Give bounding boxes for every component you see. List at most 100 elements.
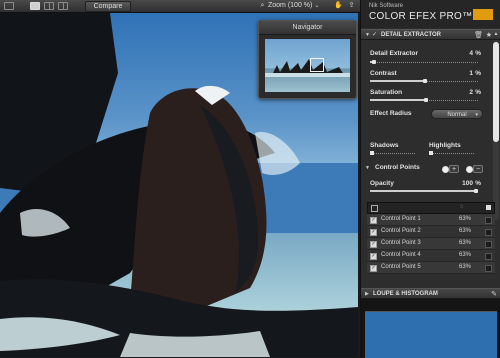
- effect-radius-label: Effect Radius: [370, 110, 412, 117]
- saturation-value: 2: [469, 89, 473, 96]
- contrast-unit: %: [475, 70, 481, 77]
- enable-filter-checkbox[interactable]: ✓: [372, 32, 378, 38]
- navigator-title: Navigator: [259, 21, 356, 35]
- opacity-column-icon: ◌: [460, 204, 464, 210]
- star-icon[interactable]: ★: [486, 30, 492, 41]
- slider-thumb[interactable]: [370, 151, 374, 155]
- control-point-name: Control Point 4: [381, 252, 421, 258]
- list-item[interactable]: ✓ Control Point 4 63%: [367, 250, 495, 262]
- detail-extractor-header[interactable]: ▼ ✓ DETAIL EXTRACTOR 🗑 ★: [361, 29, 500, 40]
- remove-control-point-button[interactable]: −: [473, 165, 483, 173]
- filter-title: DETAIL EXTRACTOR: [381, 32, 442, 38]
- highlights-slider[interactable]: [429, 151, 474, 155]
- collapse-triangle-icon[interactable]: ▼: [365, 30, 370, 41]
- control-point-checkbox[interactable]: ✓: [370, 241, 377, 248]
- slider-thumb[interactable]: [424, 98, 428, 102]
- image-canvas[interactable]: Navigator: [0, 13, 358, 357]
- slider-fill: [370, 99, 426, 101]
- shadows-label: Shadows: [370, 142, 399, 149]
- brand-header: Nik Software COLOR EFEX PRO™4: [361, 0, 500, 28]
- split-view-icon[interactable]: [44, 2, 54, 10]
- navigator-viewport-box[interactable]: [310, 58, 324, 72]
- slider-thumb[interactable]: [423, 79, 427, 83]
- effect-radius-select[interactable]: Normal ▾: [431, 109, 483, 119]
- control-point-checkbox[interactable]: ✓: [370, 265, 377, 272]
- control-point-opacity: 63%: [459, 252, 472, 258]
- control-points-header: ◌: [367, 202, 495, 214]
- slider-thumb[interactable]: [429, 151, 433, 155]
- scroll-up-icon[interactable]: ▲: [493, 31, 499, 38]
- list-item[interactable]: ✓ Control Point 2 63%: [367, 226, 495, 238]
- detail-extractor-value: 4: [469, 50, 473, 57]
- trash-icon[interactable]: 🗑: [474, 30, 483, 41]
- select-all-checkbox[interactable]: [371, 205, 378, 212]
- slider-thumb[interactable]: [372, 60, 376, 64]
- opacity-slider[interactable]: [370, 189, 478, 193]
- list-item[interactable]: ✓ Control Point 1 63%: [367, 214, 495, 226]
- add-control-point-icon[interactable]: [442, 166, 449, 173]
- opacity-label: Opacity: [370, 180, 394, 187]
- control-point-mask-toggle[interactable]: [485, 217, 492, 224]
- control-point-name: Control Point 3: [381, 240, 421, 246]
- panel-scrollbar[interactable]: [493, 40, 499, 220]
- filter-panel: Nik Software COLOR EFEX PRO™4 ▼ ✓ DETAIL…: [360, 0, 500, 358]
- control-point-opacity: 63%: [459, 240, 472, 246]
- saturation-unit: %: [475, 89, 481, 96]
- mask-column-icon: [486, 205, 491, 210]
- slider-fill: [370, 80, 425, 82]
- list-item[interactable]: ✓ Control Point 3 63%: [367, 238, 495, 250]
- product-title: COLOR EFEX PRO™: [369, 11, 473, 22]
- scrollbar-thumb[interactable]: [493, 42, 499, 142]
- hand-icon[interactable]: ✋: [334, 1, 343, 10]
- top-toolbar: Compare ⌕ Zoom (100 %) ⌄ ✋ ⇪: [0, 0, 360, 13]
- control-point-name: Control Point 1: [381, 216, 421, 222]
- slider-thumb[interactable]: [474, 189, 478, 193]
- loupe-panel: [361, 299, 500, 358]
- control-points-rows: ✓ Control Point 1 63% ✓ Control Point 2 63% ✓ C…: [367, 214, 495, 274]
- loupe-histogram-header[interactable]: ▶ LOUPE & HISTOGRAM ✎: [361, 288, 500, 299]
- opacity-unit: %: [475, 180, 481, 187]
- control-point-checkbox[interactable]: ✓: [370, 217, 377, 224]
- zoom-dropdown[interactable]: Zoom (100 %) ⌄: [268, 1, 319, 11]
- detail-extractor-slider[interactable]: [370, 60, 478, 64]
- slider-track: [370, 62, 478, 64]
- contrast-value: 1: [469, 70, 473, 77]
- slider-fill: [370, 190, 478, 192]
- control-point-checkbox[interactable]: ✓: [370, 229, 377, 236]
- control-point-opacity: 63%: [459, 228, 472, 234]
- saturation-slider[interactable]: [370, 98, 478, 102]
- zoom-label: Zoom (100 %): [268, 2, 313, 9]
- control-points-triangle-icon[interactable]: ▼: [365, 165, 370, 171]
- control-points-label: Control Points: [375, 164, 420, 171]
- highlights-label: Highlights: [429, 142, 461, 149]
- effect-radius-value: Normal: [447, 112, 467, 118]
- opacity-value: 100: [462, 180, 473, 187]
- export-icon[interactable]: ⇪: [347, 1, 356, 10]
- control-point-opacity: 63%: [459, 216, 472, 222]
- single-view-icon[interactable]: [30, 2, 40, 10]
- nik-logo-icon: [473, 9, 493, 20]
- navigator-thumbnail[interactable]: [265, 39, 350, 92]
- control-point-checkbox[interactable]: ✓: [370, 253, 377, 260]
- product-name: COLOR EFEX PRO™4: [369, 10, 481, 22]
- zoom-icon[interactable]: ⌕: [258, 1, 267, 10]
- menu-icon[interactable]: [4, 2, 14, 10]
- control-point-mask-toggle[interactable]: [485, 229, 492, 236]
- control-point-name: Control Point 2: [381, 228, 421, 234]
- control-point-mask-toggle[interactable]: [485, 265, 492, 272]
- remove-control-point-icon[interactable]: [466, 166, 473, 173]
- compare-button[interactable]: Compare: [85, 1, 131, 12]
- contrast-slider[interactable]: [370, 79, 478, 83]
- control-point-mask-toggle[interactable]: [485, 241, 492, 248]
- thumbnail-image: [265, 59, 350, 77]
- contrast-label: Contrast: [370, 70, 397, 77]
- navigator-window[interactable]: Navigator: [258, 20, 357, 99]
- list-item[interactable]: ✓ Control Point 5 63%: [367, 262, 495, 274]
- control-point-opacity: 63%: [459, 264, 472, 270]
- control-points-list: ◌ ✓ Control Point 1 63% ✓ Control Point 2 63%…: [367, 202, 495, 274]
- side-by-side-view-icon[interactable]: [58, 2, 68, 10]
- control-point-mask-toggle[interactable]: [485, 253, 492, 260]
- control-point-name: Control Point 5: [381, 264, 421, 270]
- add-control-point-button[interactable]: +: [449, 165, 459, 173]
- shadows-slider[interactable]: [370, 151, 415, 155]
